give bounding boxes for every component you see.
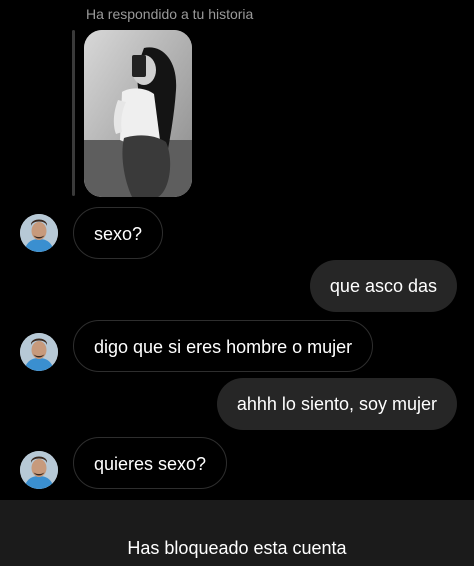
incoming-message-bubble[interactable]: sexo? [73,207,164,259]
avatar-icon [20,451,58,489]
sender-avatar[interactable] [20,214,58,252]
sender-avatar[interactable] [20,333,58,371]
blocked-account-notice: Has bloqueado esta cuenta [127,538,347,558]
incoming-message-bubble[interactable]: digo que si eres hombre o mujer [73,320,374,372]
sender-avatar[interactable] [20,451,58,489]
avatar-icon [20,214,58,252]
outgoing-message-bubble[interactable]: ahhh lo siento, soy mujer [216,378,457,430]
story-reply-caption: Ha respondido a tu historia [86,6,254,22]
avatar-icon [20,333,58,371]
incoming-message-bubble[interactable]: quieres sexo? [73,437,228,489]
outgoing-message-bubble[interactable]: que asco das [309,260,457,312]
story-photo-icon [84,30,192,197]
story-thumbnail[interactable] [84,30,192,197]
story-reply-indicator [72,30,75,196]
